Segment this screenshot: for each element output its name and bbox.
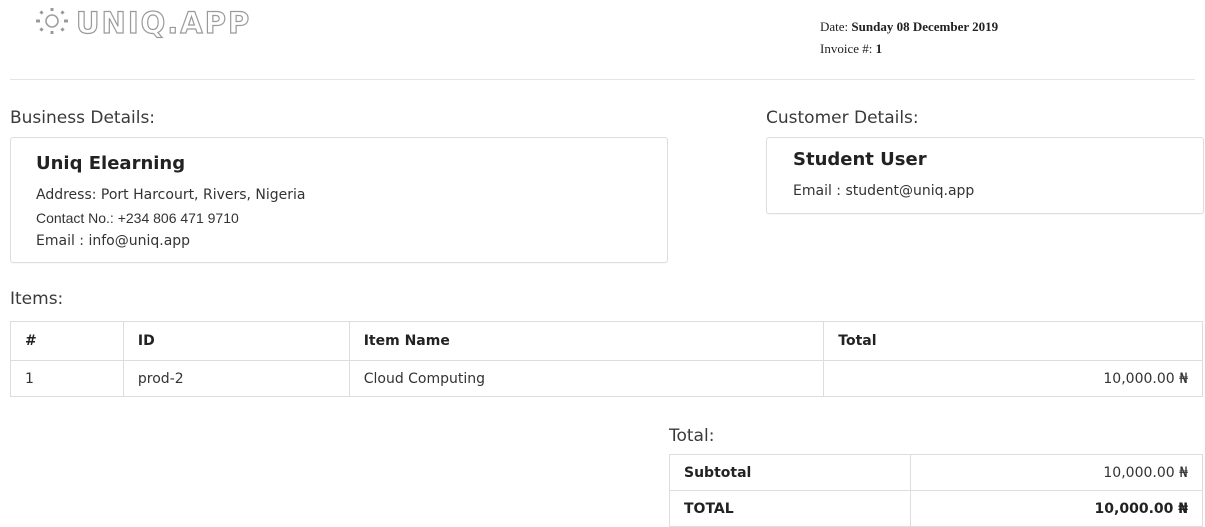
items-table: # ID Item Name Total 1 prod-2 Cloud Comp…	[10, 321, 1203, 397]
customer-email: Email : student@uniq.app	[793, 183, 975, 199]
date-label: Date:	[820, 19, 849, 34]
item-total: 10,000.00 ₦	[823, 360, 1203, 397]
grand-total-row: TOTAL 10,000.00 ₦	[669, 490, 1203, 527]
business-name: Uniq Elearning	[36, 153, 186, 174]
totals-table: Subtotal 10,000.00 ₦ TOTAL 10,000.00 ₦	[669, 454, 1203, 527]
item-number: 1	[10, 360, 124, 397]
subtotal-row: Subtotal 10,000.00 ₦	[669, 454, 1203, 491]
totals-title: Total:	[669, 426, 715, 446]
date-value: Sunday 08 December 2019	[851, 19, 999, 34]
customer-details-title: Customer Details:	[766, 108, 919, 128]
sun-icon	[36, 8, 68, 34]
header-divider	[10, 79, 1195, 80]
items-header-row: # ID Item Name Total	[10, 321, 1203, 361]
business-details-card: Uniq Elearning Address: Port Harcourt, R…	[10, 137, 668, 263]
grand-total-label: TOTAL	[669, 490, 911, 527]
subtotal-label: Subtotal	[669, 454, 911, 491]
logo-graphic: UNIQ.APP	[36, 6, 251, 40]
customer-details-card: Student User Email : student@uniq.app	[766, 137, 1204, 214]
col-header-id: ID	[122, 321, 350, 361]
business-email: Email : info@uniq.app	[36, 233, 191, 249]
col-header-total: Total	[823, 321, 1203, 361]
invoice-label: Invoice #:	[820, 41, 873, 56]
invoice-value: 1	[875, 41, 883, 56]
customer-name: Student User	[793, 149, 927, 170]
business-details-title: Business Details:	[10, 108, 156, 128]
col-header-number: #	[10, 321, 124, 361]
invoice-meta: Date: Sunday 08 December 2019 Invoice #:…	[820, 16, 998, 60]
items-title: Items:	[10, 289, 64, 309]
logo-wordmark: UNIQ.APP	[76, 6, 251, 40]
col-header-item-name: Item Name	[348, 321, 825, 361]
date-line: Date: Sunday 08 December 2019	[820, 16, 998, 38]
invoice-number-line: Invoice #: 1	[820, 38, 998, 60]
business-contact: Contact No.: +234 806 471 9710	[36, 210, 239, 226]
grand-total-value: 10,000.00 ₦	[910, 490, 1203, 527]
item-name: Cloud Computing	[348, 360, 825, 397]
business-address: Address: Port Harcourt, Rivers, Nigeria	[36, 187, 306, 203]
subtotal-value: 10,000.00 ₦	[910, 454, 1203, 491]
item-id: prod-2	[122, 360, 350, 397]
table-row: 1 prod-2 Cloud Computing 10,000.00 ₦	[10, 360, 1203, 397]
uniq-app-logo: UNIQ.APP	[30, 6, 375, 40]
